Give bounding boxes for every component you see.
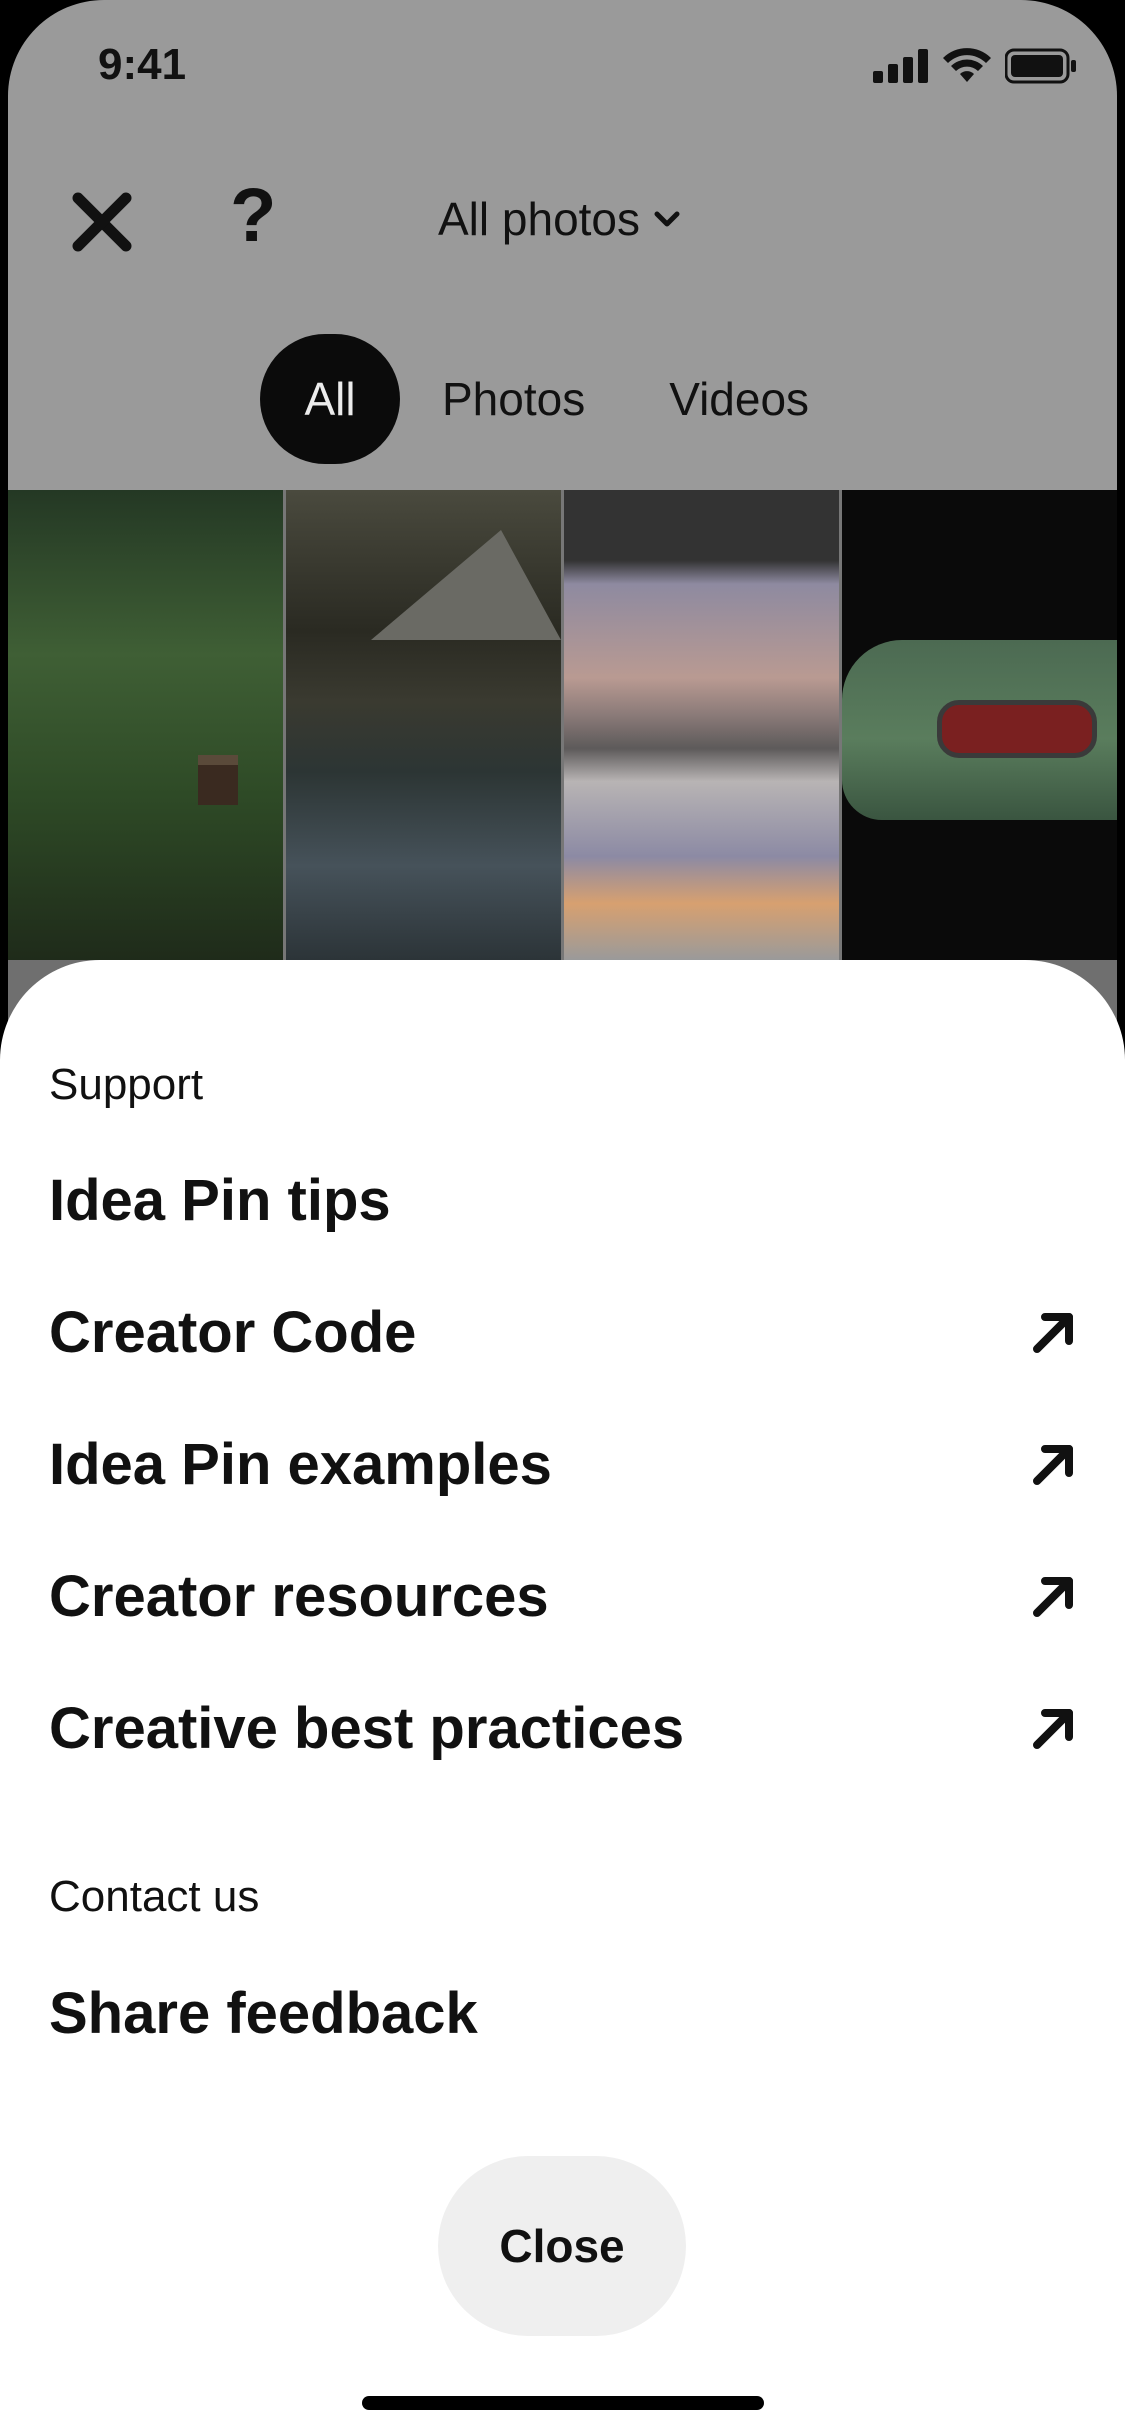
photo-thumbnail-forest-cabin[interactable] — [8, 490, 283, 960]
battery-icon — [1005, 48, 1076, 84]
home-indicator — [362, 2396, 764, 2410]
menu-item-idea-pin-tips[interactable]: Idea Pin tips — [49, 1150, 1079, 1250]
photo-thumbnail-sunset-reflection[interactable] — [564, 490, 839, 960]
menu-item-creator-code[interactable]: Creator Code — [49, 1282, 1079, 1382]
album-selector-label: All photos — [438, 193, 641, 245]
external-link-arrow-icon — [1033, 1577, 1073, 1617]
screen: 9:41 ? All photos All Photos Videos Supp… — [0, 0, 1125, 2436]
help-icon[interactable]: ? — [230, 178, 276, 254]
menu-item-label: Creator Code — [49, 1299, 417, 1365]
menu-item-label: Idea Pin examples — [49, 1431, 552, 1497]
photo-thumbnail-green-car[interactable] — [842, 490, 1117, 960]
status-icons — [873, 48, 1077, 84]
section-label-support: Support — [49, 1060, 204, 1109]
menu-item-label: Creative best practices — [49, 1695, 685, 1761]
section-label-contact-us: Contact us — [49, 1872, 260, 1921]
external-link-arrow-icon — [1033, 1709, 1073, 1749]
cellular-signal-icon — [873, 49, 928, 83]
menu-item-share-feedback[interactable]: Share feedback — [49, 1963, 1079, 2063]
menu-item-creator-resources[interactable]: Creator resources — [49, 1546, 1079, 1646]
close-button[interactable]: Close — [438, 2156, 686, 2336]
chevron-down-icon — [654, 211, 680, 227]
album-selector[interactable]: All photos — [438, 192, 680, 246]
close-icon[interactable] — [70, 190, 134, 254]
menu-item-label: Share feedback — [49, 1980, 478, 2046]
media-filter-tabs: All Photos Videos — [260, 334, 851, 464]
photo-picker-backdrop: 9:41 ? All photos All Photos Videos — [8, 0, 1117, 1100]
help-bottom-sheet: Support Idea Pin tips Creator Code Idea … — [0, 960, 1125, 2436]
external-link-arrow-icon — [1033, 1445, 1073, 1485]
menu-item-creative-best-practices[interactable]: Creative best practices — [49, 1678, 1079, 1778]
status-time: 9:41 — [98, 40, 187, 89]
menu-item-label: Creator resources — [49, 1563, 549, 1629]
tab-photos[interactable]: Photos — [400, 334, 627, 464]
wifi-icon — [943, 48, 991, 82]
tab-videos[interactable]: Videos — [627, 334, 851, 464]
tab-all[interactable]: All — [260, 334, 400, 464]
photo-thumbnail-mountain-lake[interactable] — [286, 490, 561, 960]
external-link-arrow-icon — [1033, 1313, 1073, 1353]
menu-item-label: Idea Pin tips — [49, 1167, 391, 1233]
menu-item-idea-pin-examples[interactable]: Idea Pin examples — [49, 1414, 1079, 1514]
